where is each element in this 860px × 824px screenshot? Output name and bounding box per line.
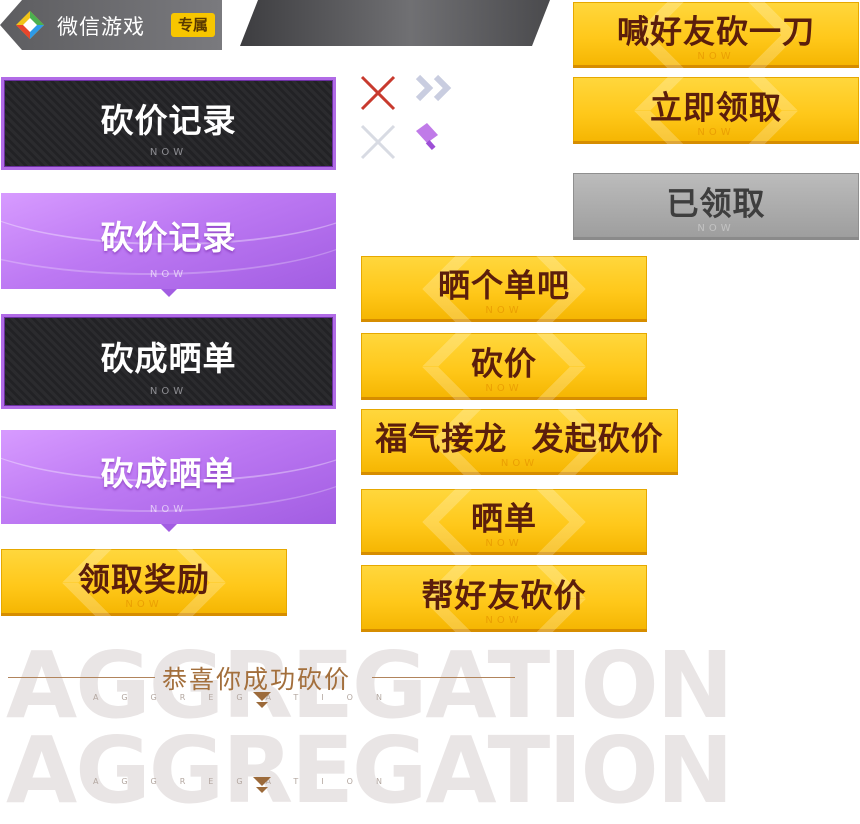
button-label: 帮好友砍价 bbox=[421, 575, 587, 614]
button-label: 晒单 bbox=[470, 499, 537, 538]
claimed-button: 已领取 NOW bbox=[573, 173, 859, 240]
tab-bargain-record-active[interactable]: 砍价记录 NOW bbox=[1, 77, 336, 170]
chevron-down-small-icon bbox=[256, 787, 268, 793]
button-label: 福气接龙 发起砍价 bbox=[375, 419, 664, 458]
button-sub-label: NOW bbox=[485, 383, 523, 394]
button-sub-label: NOW bbox=[485, 305, 523, 316]
close-gray-icon[interactable] bbox=[358, 122, 398, 162]
tab-share-order[interactable]: 砍成晒单 NOW bbox=[1, 430, 336, 532]
bargain-button[interactable]: 砍价 NOW bbox=[361, 333, 647, 400]
chevron-down-icon bbox=[253, 777, 271, 786]
call-friend-bargain-button[interactable]: 喊好友砍一刀 NOW bbox=[573, 2, 859, 68]
button-label: 已领取 bbox=[666, 183, 766, 222]
banner-sub-text: AGGREGATION bbox=[93, 693, 405, 702]
exclusive-tag: 专属 bbox=[171, 13, 215, 37]
cleaver-icon bbox=[416, 123, 438, 151]
button-sub-label: NOW bbox=[697, 127, 735, 138]
tab-sub-label: NOW bbox=[149, 147, 188, 158]
button-label: 领取奖励 bbox=[77, 559, 210, 598]
tab-share-order-active[interactable]: 砍成晒单 NOW bbox=[1, 314, 336, 409]
tab-label: 砍成晒单 bbox=[100, 338, 237, 378]
tab-pointer bbox=[160, 289, 177, 297]
decorative-strip bbox=[240, 0, 550, 46]
button-sub-label: NOW bbox=[125, 599, 163, 610]
tab-label: 砍价记录 bbox=[100, 100, 237, 140]
button-label: 晒个单吧 bbox=[437, 266, 570, 305]
button-sub-label: NOW bbox=[485, 615, 523, 626]
chevron-down-small-icon bbox=[256, 702, 268, 708]
button-sub-label: NOW bbox=[697, 223, 735, 234]
share-order-prompt-button[interactable]: 晒个单吧 NOW bbox=[361, 256, 647, 322]
banner-divider-right bbox=[372, 677, 515, 678]
button-sub-label: NOW bbox=[485, 538, 523, 549]
banner-sub-text: AGGREGATION bbox=[93, 777, 405, 786]
tab-label: 砍价记录 bbox=[100, 218, 237, 258]
claim-now-button[interactable]: 立即领取 NOW bbox=[573, 77, 859, 144]
chevron-down-icon bbox=[253, 692, 271, 701]
tab-sub-label: NOW bbox=[149, 269, 188, 280]
tab-sub-label: NOW bbox=[149, 504, 188, 515]
button-label: 砍价 bbox=[470, 343, 537, 382]
wechat-games-logo-icon bbox=[16, 11, 44, 39]
tab-label: 砍成晒单 bbox=[100, 454, 237, 494]
tab-bargain-record[interactable]: 砍价记录 NOW bbox=[1, 193, 336, 297]
tab-sub-label: NOW bbox=[149, 386, 188, 397]
banner-divider-left bbox=[8, 677, 155, 678]
button-sub-label: NOW bbox=[697, 51, 735, 62]
app-name: 微信游戏 bbox=[57, 15, 145, 39]
wechat-games-badge: 微信游戏 专属 bbox=[0, 0, 222, 50]
share-button[interactable]: 晒单 NOW bbox=[361, 489, 647, 555]
banner-bg-text: AGGREGATION bbox=[6, 717, 734, 824]
button-sub-label: NOW bbox=[500, 458, 539, 469]
tab-pointer bbox=[160, 524, 177, 532]
congrats-title: 恭喜你成功砍价 bbox=[162, 665, 352, 694]
relay-start-bargain-button[interactable]: 福气接龙 发起砍价 NOW bbox=[361, 409, 678, 475]
claim-reward-button[interactable]: 领取奖励 NOW bbox=[1, 549, 287, 616]
button-label: 喊好友砍一刀 bbox=[616, 12, 815, 51]
button-label: 立即领取 bbox=[649, 87, 782, 126]
help-friend-bargain-button[interactable]: 帮好友砍价 NOW bbox=[361, 565, 647, 632]
close-red-icon[interactable] bbox=[358, 73, 398, 113]
double-chevron-icon bbox=[415, 74, 452, 102]
